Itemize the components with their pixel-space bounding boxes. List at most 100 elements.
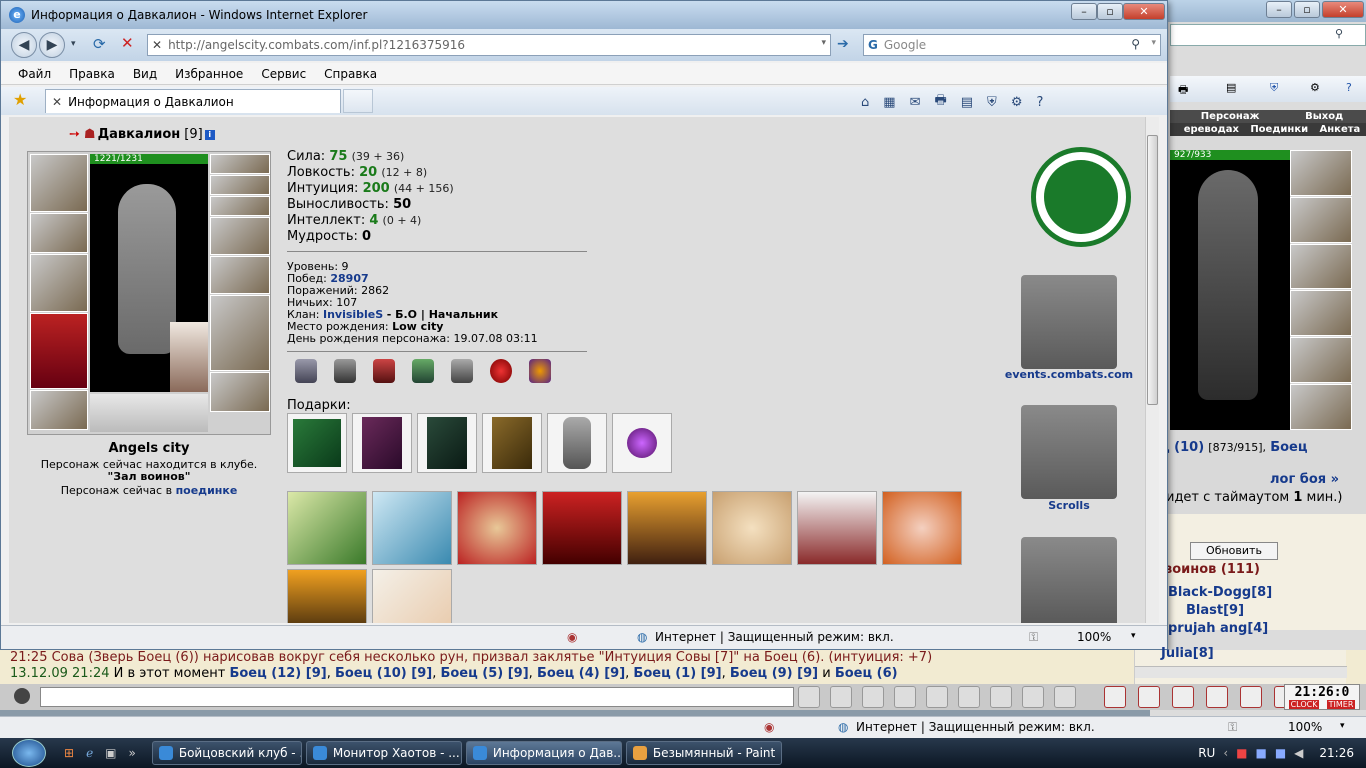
tab-active[interactable]: ✕ Информация о Давкалион: [45, 89, 341, 113]
zoom-level[interactable]: 100%: [1288, 720, 1322, 734]
bg-menu-exit[interactable]: Выход: [1305, 111, 1343, 122]
gift-potion-icon[interactable]: [612, 413, 672, 473]
task-item[interactable]: Безымянный - Paint: [625, 741, 782, 765]
ring-slot[interactable]: [210, 154, 270, 174]
sound-icon[interactable]: [990, 686, 1012, 708]
protected-mode-icon[interactable]: ⚿: [1228, 720, 1237, 735]
angels-emblem[interactable]: [1031, 147, 1131, 247]
help-icon[interactable]: ?: [1036, 95, 1043, 110]
task-item-active[interactable]: Информация о Дав...: [465, 741, 622, 765]
armor-slot[interactable]: [30, 313, 88, 389]
address-dropdown-icon[interactable]: ▾: [821, 38, 826, 48]
stop-icon[interactable]: ✕: [121, 34, 134, 52]
refresh-button[interactable]: Обновить: [1190, 542, 1278, 560]
chevron-down-icon[interactable]: ▾: [71, 39, 76, 49]
badge-icon[interactable]: [412, 359, 434, 383]
bg-equip-slot[interactable]: [1290, 290, 1352, 337]
fighter-link[interactable]: Боец (9) [9]: [730, 666, 818, 681]
feeds-icon[interactable]: ▦: [883, 95, 895, 110]
bg-menu-battles[interactable]: Поединки: [1250, 124, 1308, 135]
action-icon[interactable]: [1138, 686, 1160, 708]
bg-address-bar[interactable]: ⚲: [1170, 24, 1366, 46]
scrolls-banner[interactable]: [1021, 405, 1117, 499]
badge-icon[interactable]: [295, 359, 317, 383]
go-arrow-icon[interactable]: ➔: [837, 36, 849, 52]
search-dropdown-icon[interactable]: ▾: [1151, 38, 1156, 48]
start-button[interactable]: [12, 739, 46, 767]
chat-mode-icon[interactable]: [14, 688, 30, 704]
forward-button[interactable]: ▶: [39, 32, 65, 58]
new-tab-button[interactable]: [343, 89, 373, 113]
shield-icon[interactable]: ⛨: [1270, 81, 1278, 95]
fighter-link[interactable]: Боец (12) [9]: [229, 666, 326, 681]
menu-edit[interactable]: Правка: [60, 67, 124, 81]
menu-file[interactable]: Файл: [9, 67, 60, 81]
address-input[interactable]: http://angelscity.combats.com/inf.pl?121…: [168, 38, 465, 52]
fighter-icon[interactable]: [926, 686, 948, 708]
card-item[interactable]: [287, 491, 367, 565]
ring-slot[interactable]: [210, 196, 270, 216]
boots-slot[interactable]: [210, 372, 270, 412]
home-icon[interactable]: ⌂: [861, 95, 869, 110]
card-item[interactable]: [457, 491, 537, 565]
bg-log-link[interactable]: лог боя »: [1270, 472, 1339, 487]
smile-icon[interactable]: [1022, 686, 1044, 708]
action-icon[interactable]: [1172, 686, 1194, 708]
card-item[interactable]: [287, 569, 367, 623]
help-icon[interactable]: ?: [1346, 81, 1352, 94]
mail-icon[interactable]: ✉: [910, 95, 921, 110]
events-link[interactable]: events.combats.com: [999, 368, 1139, 381]
fighter-link[interactable]: Боец (5) [9]: [440, 666, 528, 681]
tray-icon[interactable]: ■: [1255, 746, 1266, 760]
user-item[interactable]: Julia[8]: [1161, 646, 1214, 661]
gear-icon[interactable]: ⚙: [1310, 81, 1320, 94]
menu-help[interactable]: Справка: [315, 67, 386, 81]
bg-minimize-button[interactable]: –: [1266, 1, 1292, 18]
menu-favorites[interactable]: Избранное: [166, 67, 252, 81]
fighter-link[interactable]: Боец (6): [835, 666, 898, 681]
bg-equip-slot[interactable]: [1290, 196, 1352, 243]
gift-book-icon[interactable]: [482, 413, 542, 473]
windows-icon[interactable]: ⊞: [64, 746, 74, 760]
refresh-icon[interactable]: ⟳: [93, 35, 106, 53]
helmet-slot[interactable]: [30, 154, 88, 212]
photo-banner[interactable]: [1021, 537, 1117, 623]
battle-link[interactable]: поединке: [176, 484, 238, 497]
search-icon[interactable]: ⚲: [1131, 37, 1140, 51]
desktop-icon[interactable]: ▣: [105, 746, 116, 760]
badge-icon[interactable]: [451, 359, 473, 383]
scrolls-link[interactable]: Scrolls: [999, 499, 1139, 512]
chevron-left-icon[interactable]: ‹: [1223, 746, 1228, 760]
weapon2-slot[interactable]: [210, 256, 270, 294]
minimize-button[interactable]: –: [1071, 3, 1097, 20]
zoom-dropdown-icon[interactable]: ▾: [1340, 721, 1345, 731]
gift-book-icon[interactable]: [287, 413, 347, 473]
arrow-icon[interactable]: ➙: [69, 127, 80, 142]
gift-jar-icon[interactable]: [547, 413, 607, 473]
gloves-slot[interactable]: [210, 217, 270, 255]
chat-input[interactable]: [40, 687, 794, 707]
card-item[interactable]: [372, 569, 452, 623]
badge-icon[interactable]: [529, 359, 551, 383]
action-icon[interactable]: [1240, 686, 1262, 708]
bg-equip-slot[interactable]: [1290, 150, 1352, 196]
card-item[interactable]: [372, 491, 452, 565]
vertical-scrollbar[interactable]: [1145, 117, 1159, 623]
card-item[interactable]: [797, 491, 877, 565]
shield-icon[interactable]: ⛨: [987, 95, 997, 110]
language-indicator[interactable]: RU: [1198, 746, 1215, 760]
bg-equip-slot[interactable]: [1290, 337, 1352, 384]
search-box[interactable]: G Google ⚲ ▾: [863, 34, 1161, 56]
timer-mode[interactable]: TIMER: [1326, 700, 1356, 709]
bg-fighter2[interactable]: Боец: [1270, 440, 1307, 455]
favorites-star-icon[interactable]: ★: [13, 90, 27, 109]
clock[interactable]: 21:26: [1319, 746, 1354, 760]
close-button[interactable]: ✕: [1123, 3, 1165, 20]
search-input[interactable]: Google: [884, 38, 926, 52]
more-icon[interactable]: »: [129, 746, 136, 760]
belt-slot[interactable]: [30, 390, 88, 430]
badge-icon[interactable]: [373, 359, 395, 383]
menu-tools[interactable]: Сервис: [252, 67, 315, 81]
zoom-level[interactable]: 100%: [1077, 630, 1111, 644]
search-icon[interactable]: ⚲: [1335, 27, 1343, 40]
